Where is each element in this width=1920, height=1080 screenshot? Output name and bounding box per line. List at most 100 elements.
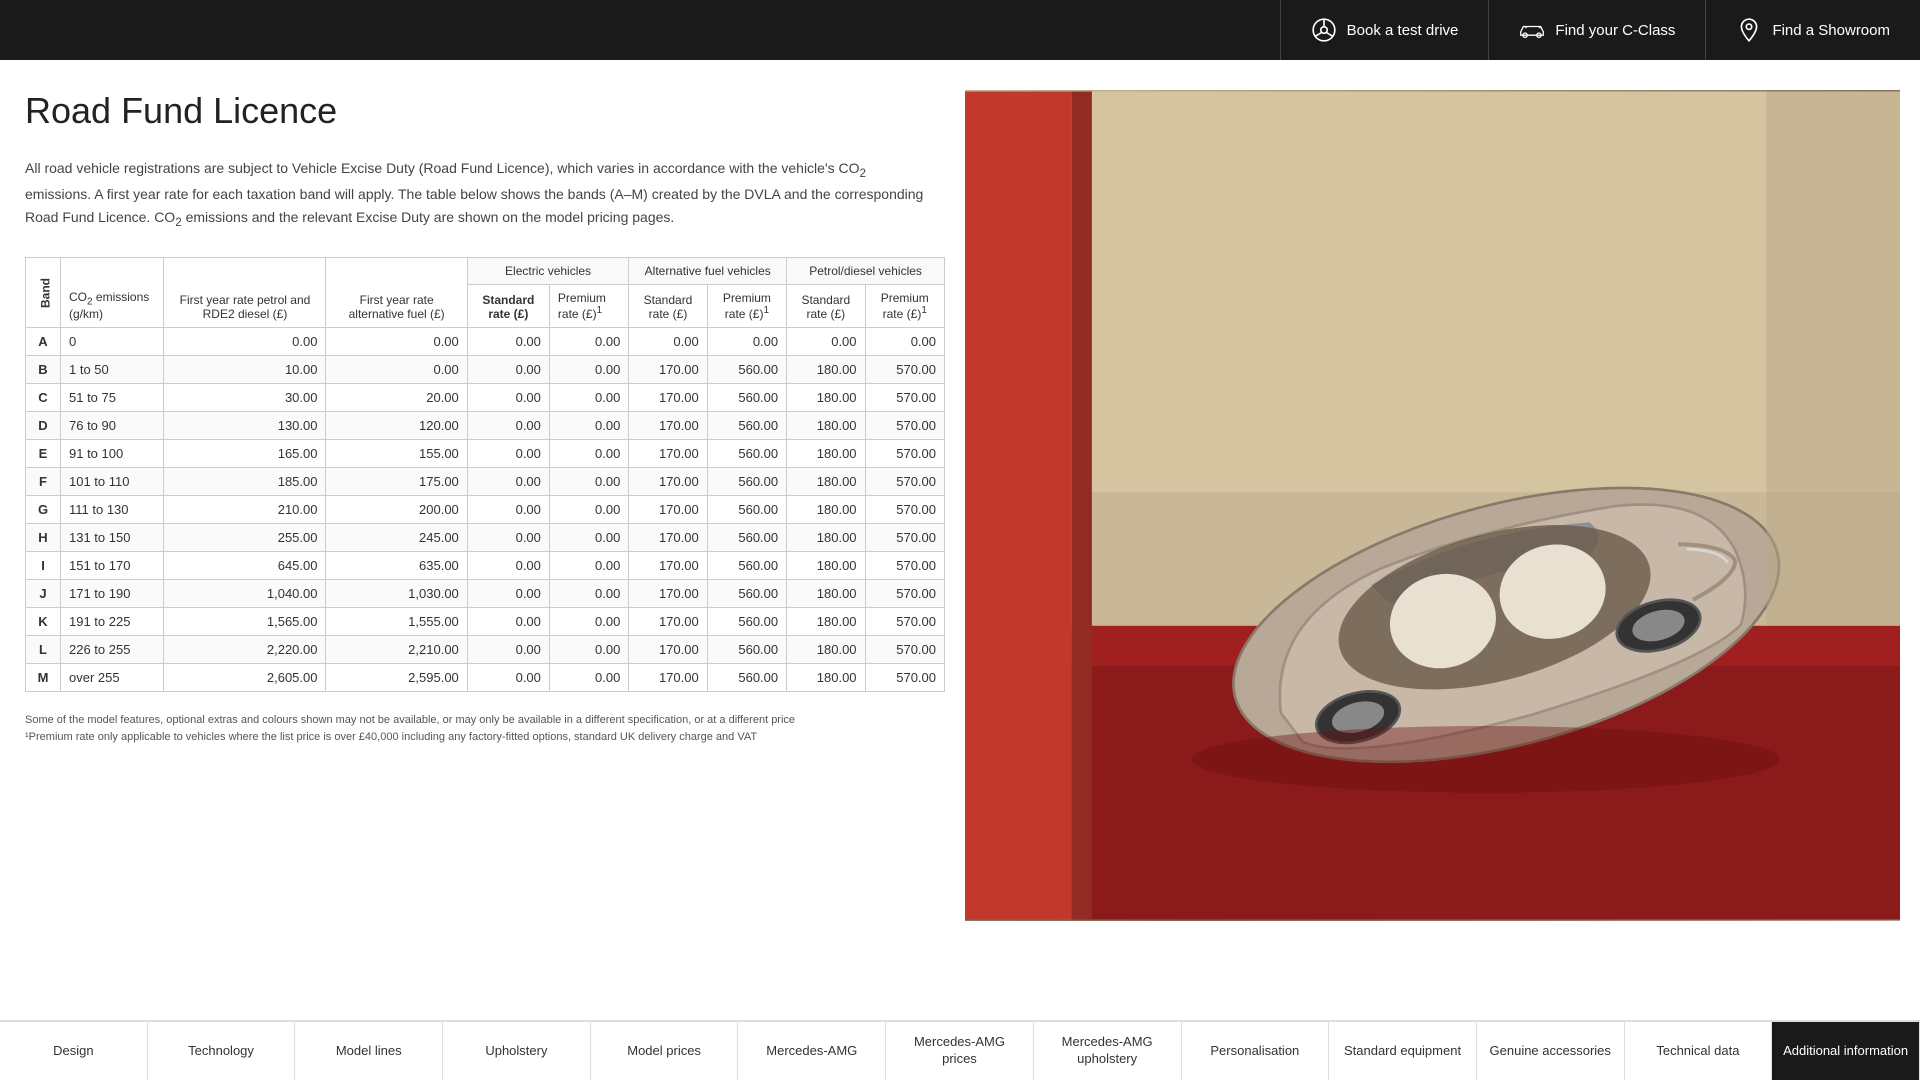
- nav-technology[interactable]: Technology: [148, 1022, 296, 1080]
- afv-std-cell: 170.00: [629, 468, 707, 496]
- find-showroom-label: Find a Showroom: [1772, 22, 1890, 39]
- book-test-drive-button[interactable]: Book a test drive: [1280, 0, 1489, 60]
- band-cell: K: [26, 608, 61, 636]
- ev-prem-cell: 0.00: [549, 664, 628, 692]
- ev-header: Electric vehicles: [467, 258, 629, 285]
- nav-genuine-accessories[interactable]: Genuine accessories: [1477, 1022, 1625, 1080]
- road-fund-table: Band CO2 emissions (g/km) First year rat…: [25, 257, 945, 692]
- table-row: A 0 0.00 0.00 0.00 0.00 0.00 0.00 0.00 0…: [26, 328, 945, 356]
- pd-prem-cell: 570.00: [865, 636, 944, 664]
- ev-std-cell: 0.00: [467, 608, 549, 636]
- table-row: G 111 to 130 210.00 200.00 0.00 0.00 170…: [26, 496, 945, 524]
- location-icon: [1736, 17, 1762, 43]
- band-cell: D: [26, 412, 61, 440]
- ev-prem-cell: 0.00: [549, 384, 628, 412]
- co2-cell: over 255: [61, 664, 164, 692]
- find-showroom-button[interactable]: Find a Showroom: [1705, 0, 1920, 60]
- pd-prem-cell: 570.00: [865, 664, 944, 692]
- header-nav: Book a test drive Find your C-Class Find…: [1280, 0, 1920, 60]
- pd-std-header: Standard rate (£): [787, 285, 865, 328]
- petrol-cell: 2,605.00: [164, 664, 326, 692]
- co2-cell: 0: [61, 328, 164, 356]
- pd-prem-cell: 570.00: [865, 608, 944, 636]
- band-cell: M: [26, 664, 61, 692]
- find-c-class-button[interactable]: Find your C-Class: [1488, 0, 1705, 60]
- alt-fuel-cell: 2,595.00: [326, 664, 467, 692]
- band-cell: I: [26, 552, 61, 580]
- co2-cell: 91 to 100: [61, 440, 164, 468]
- find-c-class-label: Find your C-Class: [1555, 22, 1675, 39]
- nav-amg-prices[interactable]: Mercedes-AMG prices: [886, 1022, 1034, 1080]
- afv-prem-cell: 560.00: [707, 440, 786, 468]
- petrol-cell: 185.00: [164, 468, 326, 496]
- nav-technical-data[interactable]: Technical data: [1625, 1022, 1773, 1080]
- afv-std-cell: 170.00: [629, 524, 707, 552]
- alt-fuel-cell: 245.00: [326, 524, 467, 552]
- pd-std-cell: 180.00: [787, 524, 865, 552]
- nav-mercedes-amg[interactable]: Mercedes-AMG: [738, 1022, 886, 1080]
- bottom-nav: Design Technology Model lines Upholstery…: [0, 1020, 1920, 1080]
- petrol-cell: 10.00: [164, 356, 326, 384]
- afv-prem-cell: 560.00: [707, 664, 786, 692]
- nav-model-lines[interactable]: Model lines: [295, 1022, 443, 1080]
- alt-fuel-cell: 1,030.00: [326, 580, 467, 608]
- nav-design[interactable]: Design: [0, 1022, 148, 1080]
- nav-amg-upholstery[interactable]: Mercedes-AMG upholstery: [1034, 1022, 1182, 1080]
- pd-prem-cell: 570.00: [865, 384, 944, 412]
- car-image-panel: [965, 90, 1900, 921]
- band-cell: A: [26, 328, 61, 356]
- afv-prem-cell: 560.00: [707, 608, 786, 636]
- co2-cell: 131 to 150: [61, 524, 164, 552]
- footnote-1: Some of the model features, optional ext…: [25, 712, 945, 729]
- pd-std-cell: 180.00: [787, 552, 865, 580]
- pd-prem-cell: 0.00: [865, 328, 944, 356]
- alt-fuel-cell: 20.00: [326, 384, 467, 412]
- page-title: Road Fund Licence: [25, 90, 945, 132]
- ev-prem-cell: 0.00: [549, 608, 628, 636]
- afv-std-cell: 170.00: [629, 636, 707, 664]
- afv-prem-cell: 560.00: [707, 412, 786, 440]
- afv-std-cell: 170.00: [629, 664, 707, 692]
- petrol-cell: 165.00: [164, 440, 326, 468]
- pd-std-cell: 180.00: [787, 664, 865, 692]
- ev-prem-cell: 0.00: [549, 524, 628, 552]
- nav-standard-equipment[interactable]: Standard equipment: [1329, 1022, 1477, 1080]
- nav-personalisation[interactable]: Personalisation: [1182, 1022, 1330, 1080]
- alt-fuel-cell: 200.00: [326, 496, 467, 524]
- steering-wheel-icon: [1311, 17, 1337, 43]
- afv-prem-header: Premium rate (£)1: [707, 285, 786, 328]
- pd-std-cell: 180.00: [787, 440, 865, 468]
- page-description: All road vehicle registrations are subje…: [25, 157, 925, 232]
- pd-prem-header: Premium rate (£)1: [865, 285, 944, 328]
- ev-prem-cell: 0.00: [549, 496, 628, 524]
- band-cell: F: [26, 468, 61, 496]
- table-row: J 171 to 190 1,040.00 1,030.00 0.00 0.00…: [26, 580, 945, 608]
- band-header: Band: [26, 258, 61, 328]
- main-content: Road Fund Licence All road vehicle regis…: [0, 60, 1920, 941]
- table-row: F 101 to 110 185.00 175.00 0.00 0.00 170…: [26, 468, 945, 496]
- nav-additional-information[interactable]: Additional information: [1772, 1022, 1920, 1080]
- petrol-cell: 1,040.00: [164, 580, 326, 608]
- afv-prem-cell: 560.00: [707, 636, 786, 664]
- alt-fuel-cell: 1,555.00: [326, 608, 467, 636]
- afv-std-cell: 170.00: [629, 580, 707, 608]
- ev-std-cell: 0.00: [467, 468, 549, 496]
- pd-std-cell: 0.00: [787, 328, 865, 356]
- co2-cell: 191 to 225: [61, 608, 164, 636]
- band-cell: H: [26, 524, 61, 552]
- afv-std-cell: 170.00: [629, 496, 707, 524]
- pd-prem-cell: 570.00: [865, 440, 944, 468]
- table-row: H 131 to 150 255.00 245.00 0.00 0.00 170…: [26, 524, 945, 552]
- table-row: M over 255 2,605.00 2,595.00 0.00 0.00 1…: [26, 664, 945, 692]
- ev-prem-cell: 0.00: [549, 636, 628, 664]
- table-row: I 151 to 170 645.00 635.00 0.00 0.00 170…: [26, 552, 945, 580]
- ev-std-cell: 0.00: [467, 496, 549, 524]
- afv-prem-cell: 560.00: [707, 524, 786, 552]
- nav-upholstery[interactable]: Upholstery: [443, 1022, 591, 1080]
- nav-model-prices[interactable]: Model prices: [591, 1022, 739, 1080]
- petrol-header: First year rate petrol and RDE2 diesel (…: [164, 258, 326, 328]
- afv-std-cell: 170.00: [629, 552, 707, 580]
- pd-std-cell: 180.00: [787, 384, 865, 412]
- left-content: Road Fund Licence All road vehicle regis…: [25, 90, 965, 921]
- car-icon: [1519, 17, 1545, 43]
